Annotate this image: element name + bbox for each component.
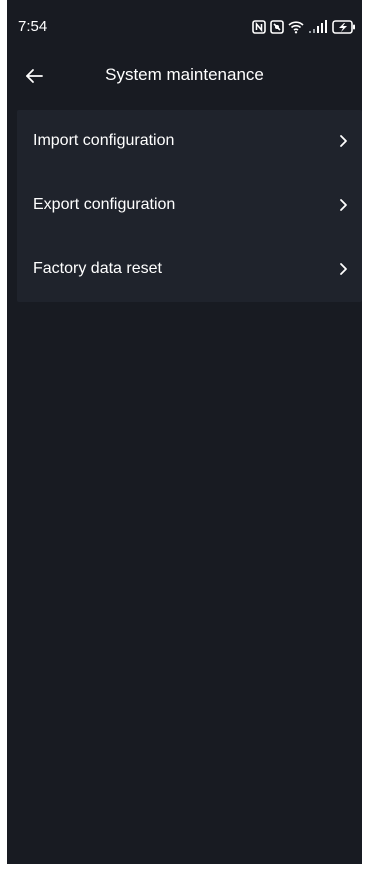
nfc-icon bbox=[252, 20, 266, 34]
export-configuration-item[interactable]: Export configuration bbox=[17, 174, 362, 238]
chevron-right-icon bbox=[340, 135, 347, 147]
battery-icon bbox=[332, 20, 355, 34]
status-icons bbox=[252, 17, 356, 37]
back-button[interactable] bbox=[19, 61, 49, 91]
menu-item-label: Export configuration bbox=[33, 196, 176, 213]
maintenance-menu: Import configuration Export configuratio… bbox=[17, 110, 362, 302]
screen: 7:54 System maintenance Import configura… bbox=[7, 0, 362, 864]
chevron-right-icon bbox=[340, 263, 347, 275]
back-arrow-icon bbox=[26, 69, 43, 83]
menu-item-label: Import configuration bbox=[33, 132, 175, 149]
signal-icon bbox=[309, 20, 327, 33]
chevron-right-icon bbox=[340, 199, 347, 211]
factory-data-reset-item[interactable]: Factory data reset bbox=[17, 238, 362, 302]
import-configuration-item[interactable]: Import configuration bbox=[17, 110, 362, 174]
status-time: 7:54 bbox=[18, 18, 48, 35]
page-title: System maintenance bbox=[105, 65, 264, 84]
status-bar: 7:54 bbox=[7, 0, 362, 40]
header: System maintenance bbox=[7, 54, 362, 98]
wifi-icon bbox=[288, 21, 304, 34]
menu-item-label: Factory data reset bbox=[33, 260, 162, 277]
mute-icon bbox=[270, 20, 284, 34]
